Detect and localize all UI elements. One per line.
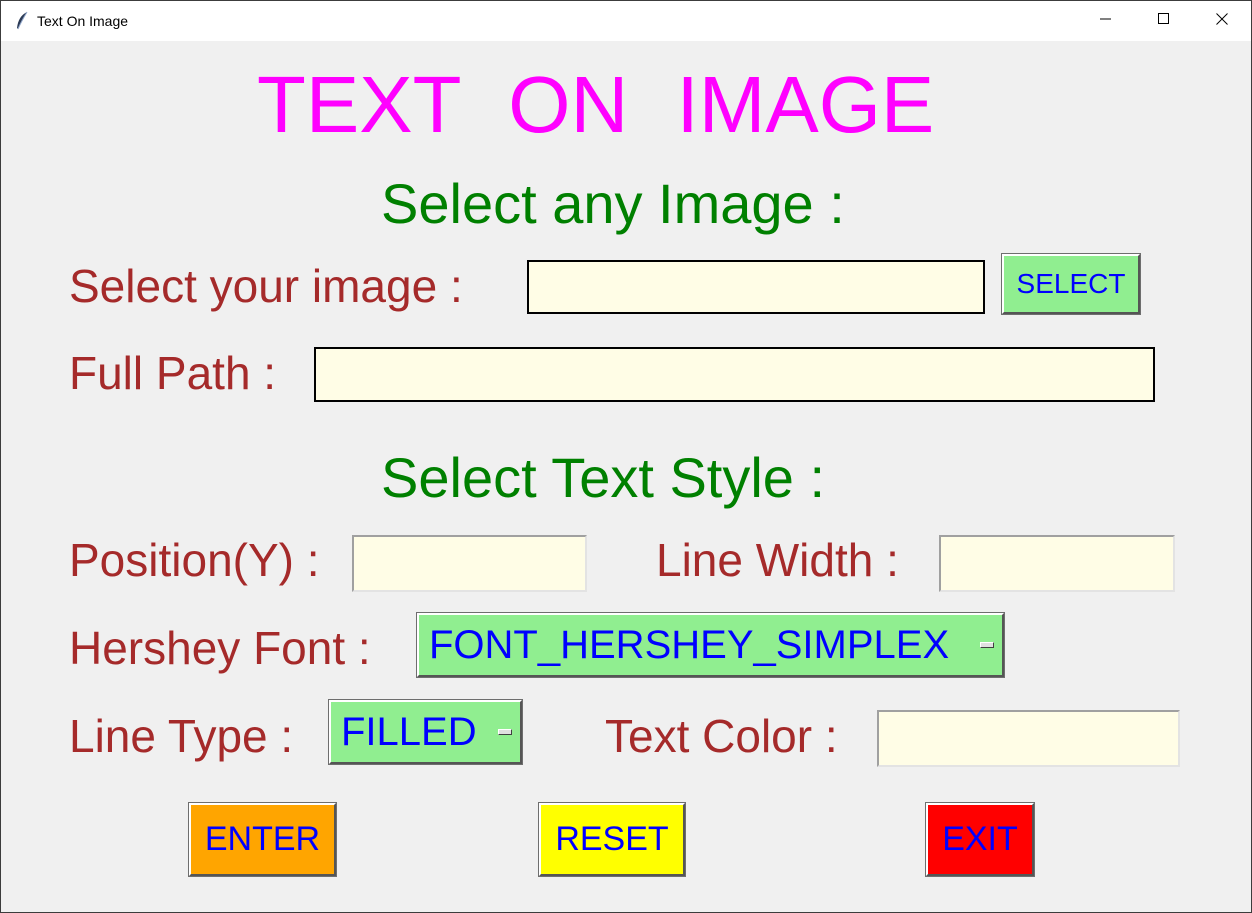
- app-heading: TEXT ON IMAGE: [257, 60, 935, 149]
- line-type-dropdown[interactable]: FILLED: [328, 699, 523, 765]
- select-image-label: Select your image :: [69, 260, 463, 312]
- close-icon: [1216, 12, 1228, 30]
- maximize-icon: [1158, 12, 1170, 30]
- maximize-button[interactable]: [1135, 1, 1193, 41]
- reset-button[interactable]: RESET: [538, 802, 686, 877]
- text-color-label: Text Color :: [605, 710, 838, 762]
- client-area: TEXT ON IMAGE Select any Image : Select …: [1, 41, 1251, 912]
- close-button[interactable]: [1193, 1, 1251, 41]
- window-title: Text On Image: [37, 13, 129, 29]
- image-section-heading: Select any Image :: [381, 172, 845, 235]
- minimize-button[interactable]: [1077, 1, 1135, 41]
- text-style-section-heading: Select Text Style :: [381, 446, 826, 509]
- select-image-button[interactable]: SELECT: [1001, 253, 1141, 315]
- line-width-label: Line Width :: [656, 534, 899, 586]
- full-path-label: Full Path :: [69, 347, 277, 399]
- hershey-font-label: Hershey Font :: [69, 622, 371, 674]
- enter-button[interactable]: ENTER: [188, 802, 337, 877]
- full-path-input[interactable]: [314, 347, 1155, 402]
- app-window: Text On Image TEXT ON IMAGE Select any I…: [0, 0, 1252, 913]
- title-bar[interactable]: Text On Image: [1, 1, 1251, 41]
- line-type-value: FILLED: [341, 710, 477, 754]
- exit-button[interactable]: EXIT: [925, 802, 1035, 877]
- dropdown-indicator-icon: [498, 729, 512, 735]
- line-width-input[interactable]: [939, 535, 1175, 592]
- dropdown-indicator-icon: [980, 642, 994, 648]
- image-name-input[interactable]: [527, 260, 985, 314]
- minimize-icon: [1100, 12, 1112, 30]
- line-type-label: Line Type :: [69, 710, 294, 762]
- position-y-input[interactable]: [352, 535, 587, 592]
- hershey-font-value: FONT_HERSHEY_SIMPLEX: [429, 623, 950, 667]
- feather-icon: [15, 11, 29, 31]
- position-y-label: Position(Y) :: [69, 534, 320, 586]
- text-color-input[interactable]: [877, 710, 1180, 767]
- hershey-font-dropdown[interactable]: FONT_HERSHEY_SIMPLEX: [416, 612, 1005, 678]
